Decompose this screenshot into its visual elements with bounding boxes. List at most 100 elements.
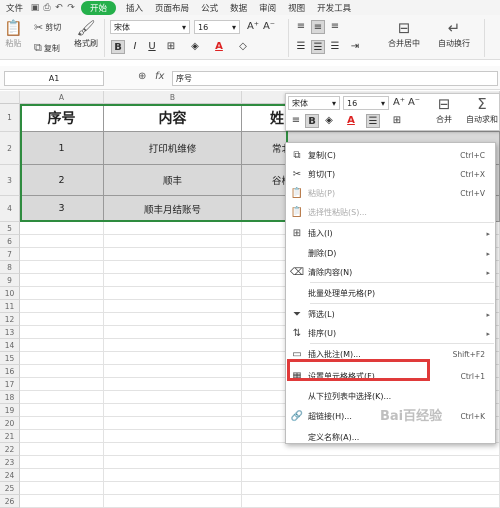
mini-font-name-select[interactable]: 宋体 ▾ — [288, 96, 340, 110]
format-painter-button[interactable]: 🖌 格式刷 — [74, 19, 98, 49]
cell[interactable] — [104, 326, 242, 339]
mini-shrink-font-icon[interactable]: A⁻ — [407, 96, 421, 110]
cell[interactable] — [242, 495, 500, 508]
menu-item[interactable]: ⇅ 排序(U) ▸ — [286, 324, 495, 343]
align-right-icon[interactable]: ☰ — [328, 40, 342, 54]
row-header[interactable]: 2 — [0, 132, 20, 165]
cell[interactable] — [20, 274, 104, 287]
column-header-b[interactable]: B — [104, 91, 242, 104]
cell[interactable] — [104, 417, 242, 430]
cell[interactable] — [104, 404, 242, 417]
cell[interactable] — [104, 365, 242, 378]
row-header[interactable]: 17 — [0, 378, 20, 391]
cell[interactable] — [104, 300, 242, 313]
cell[interactable] — [20, 469, 104, 482]
fx-icon[interactable]: fx — [155, 71, 164, 82]
row-header[interactable]: 9 — [0, 274, 20, 287]
row-header[interactable]: 24 — [0, 469, 20, 482]
clear-format-icon[interactable]: ◇ — [236, 40, 250, 54]
print-icon[interactable]: ⎙ — [41, 3, 53, 13]
underline-button[interactable]: U — [145, 40, 159, 54]
cell[interactable] — [104, 495, 242, 508]
cell[interactable] — [104, 430, 242, 443]
cell[interactable] — [104, 313, 242, 326]
cell[interactable]: 1 — [20, 132, 104, 165]
cell[interactable] — [104, 274, 242, 287]
cut-button[interactable]: ✂ 剪切 — [34, 21, 61, 34]
cell[interactable] — [104, 482, 242, 495]
cell[interactable] — [20, 248, 104, 261]
cell[interactable] — [104, 261, 242, 274]
name-box[interactable]: A1 — [4, 71, 104, 86]
cell[interactable] — [242, 469, 500, 482]
tab-developer[interactable]: 开发工具 — [311, 2, 357, 14]
cell[interactable]: 3 — [20, 196, 104, 222]
cell[interactable]: 打印机维修 — [104, 132, 242, 165]
menu-item[interactable]: 批量处理单元格(P) — [286, 284, 495, 303]
bold-button[interactable]: B — [111, 40, 125, 54]
cell[interactable] — [20, 339, 104, 352]
cell[interactable] — [20, 235, 104, 248]
mini-align-icon[interactable]: ≡ — [289, 114, 303, 128]
menu-item[interactable]: 从下拉列表中选择(K)... — [286, 387, 495, 406]
font-color-icon[interactable]: A — [212, 40, 226, 54]
cell[interactable] — [20, 482, 104, 495]
undo-icon[interactable]: ↶ — [53, 3, 65, 13]
cell[interactable] — [104, 222, 242, 235]
cell[interactable] — [20, 443, 104, 456]
mini-center-icon[interactable]: ☰ — [366, 114, 380, 128]
mini-bold-button[interactable]: B — [305, 114, 319, 128]
row-header[interactable]: 19 — [0, 404, 20, 417]
cell[interactable] — [104, 469, 242, 482]
shrink-font-button[interactable]: A⁻ — [262, 20, 276, 34]
cell[interactable] — [104, 248, 242, 261]
align-left-icon[interactable]: ☰ — [294, 40, 308, 54]
cell[interactable] — [20, 287, 104, 300]
cell[interactable] — [20, 313, 104, 326]
menu-item[interactable]: ⧉ 复制(C) Ctrl+C — [286, 146, 495, 165]
tab-home[interactable]: 开始 — [81, 0, 117, 15]
mini-grow-font-icon[interactable]: A⁺ — [392, 96, 406, 110]
cell[interactable] — [20, 430, 104, 443]
grow-font-button[interactable]: A⁺ — [246, 20, 260, 34]
tab-data[interactable]: 数据 — [224, 2, 253, 14]
cell[interactable] — [20, 456, 104, 469]
menu-item[interactable]: ⏷ 筛选(L) ▸ — [286, 305, 495, 324]
row-header[interactable]: 7 — [0, 248, 20, 261]
merge-center-button[interactable]: ⊟ 合并居中 — [388, 19, 420, 49]
menu-item[interactable]: 删除(D) ▸ — [286, 244, 495, 263]
cell[interactable] — [20, 404, 104, 417]
cell[interactable] — [104, 352, 242, 365]
cell[interactable]: 顺丰月结账号 — [104, 196, 242, 222]
mini-fill-color-icon[interactable]: ◈ — [322, 114, 336, 128]
paste-button[interactable]: 📋 粘贴 — [4, 19, 23, 49]
mini-font-color-icon[interactable]: A — [344, 114, 358, 128]
cell[interactable] — [104, 235, 242, 248]
row-header[interactable]: 18 — [0, 391, 20, 404]
cell[interactable] — [104, 287, 242, 300]
save-icon[interactable]: ▣ — [29, 3, 41, 13]
column-header-a[interactable]: A — [20, 91, 104, 104]
row-header[interactable]: 21 — [0, 430, 20, 443]
row-header[interactable]: 16 — [0, 365, 20, 378]
row-header[interactable]: 22 — [0, 443, 20, 456]
tab-page-layout[interactable]: 页面布局 — [149, 2, 195, 14]
row-header[interactable]: 1 — [0, 104, 20, 132]
cell[interactable]: 顺丰 — [104, 165, 242, 196]
row-header[interactable]: 23 — [0, 456, 20, 469]
font-size-select[interactable]: 16 ▾ — [194, 20, 240, 34]
cell[interactable] — [20, 222, 104, 235]
cell[interactable] — [20, 378, 104, 391]
row-header[interactable]: 10 — [0, 287, 20, 300]
row-header[interactable]: 4 — [0, 196, 20, 222]
cell[interactable] — [104, 456, 242, 469]
menu-item[interactable]: ⊞ 插入(I) ▸ — [286, 224, 495, 243]
cell[interactable] — [242, 482, 500, 495]
zoom-icon[interactable]: ⊕ — [138, 71, 146, 82]
align-center-icon[interactable]: ☰ — [311, 40, 325, 54]
cell[interactable]: 序号 — [20, 104, 104, 132]
select-all-corner[interactable] — [0, 91, 20, 104]
auto-wrap-button[interactable]: ↵ 自动换行 — [438, 19, 470, 49]
border-icon[interactable]: ⊞ — [164, 40, 178, 54]
row-header[interactable]: 5 — [0, 222, 20, 235]
